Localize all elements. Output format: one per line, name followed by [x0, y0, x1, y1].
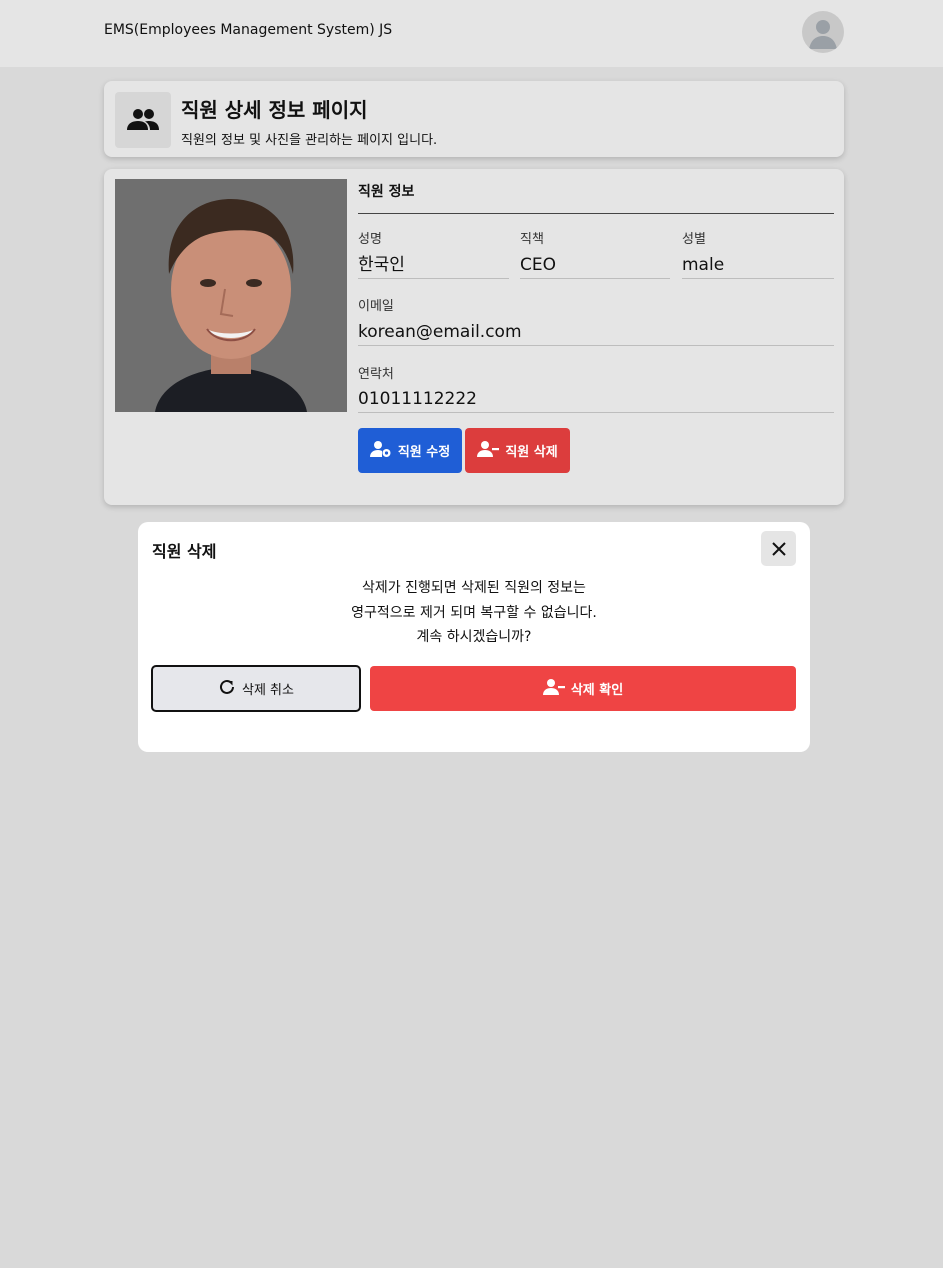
- gender-value: male: [682, 254, 834, 279]
- modal-message-line: 삭제가 진행되면 삭제된 직원의 정보는: [362, 580, 586, 596]
- edit-employee-label: 직원 수정: [397, 445, 451, 460]
- user-minus-icon: [542, 678, 565, 700]
- modal-message-line: 계속 하시겠습니까?: [416, 629, 532, 645]
- gender-label: 성별: [682, 232, 706, 247]
- section-divider: [358, 213, 834, 214]
- modal-message: 삭제가 진행되면 삭제된 직원의 정보는 영구적으로 제거 되며 복구할 수 없…: [138, 576, 810, 650]
- user-gear-icon: [369, 440, 392, 462]
- delete-employee-label: 직원 삭제: [505, 445, 558, 460]
- name-label: 성명: [358, 232, 382, 247]
- delete-confirm-modal: 직원 삭제 삭제가 진행되면 삭제된 직원의 정보는 영구적으로 제거 되며 복…: [138, 522, 810, 752]
- user-minus-icon: [477, 440, 500, 462]
- email-value: korean@email.com: [358, 321, 834, 346]
- refresh-icon: [218, 678, 236, 700]
- confirm-delete-label: 삭제 확인: [570, 683, 624, 698]
- close-icon[interactable]: [761, 531, 796, 566]
- position-value: CEO: [520, 254, 670, 279]
- modal-message-line: 영구적으로 제거 되며 복구할 수 없습니다.: [351, 604, 597, 621]
- confirm-delete-button[interactable]: 삭제 확인: [370, 666, 796, 711]
- cancel-delete-button[interactable]: 삭제 취소: [151, 665, 361, 712]
- edit-employee-button[interactable]: 직원 수정: [358, 428, 462, 473]
- phone-value: 01011112222: [358, 388, 834, 413]
- people-icon: [115, 92, 171, 148]
- employee-photo: [115, 179, 347, 412]
- page-title: 직원 상세 정보 페이지: [181, 98, 368, 122]
- section-title: 직원 정보: [358, 184, 415, 200]
- top-navbar: EMS(Employees Management System) JS: [0, 0, 943, 67]
- app-title[interactable]: EMS(Employees Management System) JS: [104, 22, 392, 38]
- employee-detail-card: 직원 정보 성명 한국인 직책 CEO 성별 male 이메일 korean@e…: [104, 169, 844, 505]
- user-avatar-icon[interactable]: [802, 11, 844, 53]
- page-header-card: 직원 상세 정보 페이지 직원의 정보 및 사진을 관리하는 페이지 입니다.: [104, 81, 844, 157]
- delete-employee-button[interactable]: 직원 삭제: [465, 428, 570, 473]
- email-label: 이메일: [358, 299, 394, 314]
- page-subtitle: 직원의 정보 및 사진을 관리하는 페이지 입니다.: [181, 133, 438, 148]
- phone-label: 연락처: [358, 367, 394, 382]
- name-value: 한국인: [358, 254, 509, 279]
- cancel-delete-label: 삭제 취소: [242, 683, 294, 698]
- modal-title: 직원 삭제: [152, 542, 217, 561]
- position-label: 직책: [520, 232, 544, 247]
